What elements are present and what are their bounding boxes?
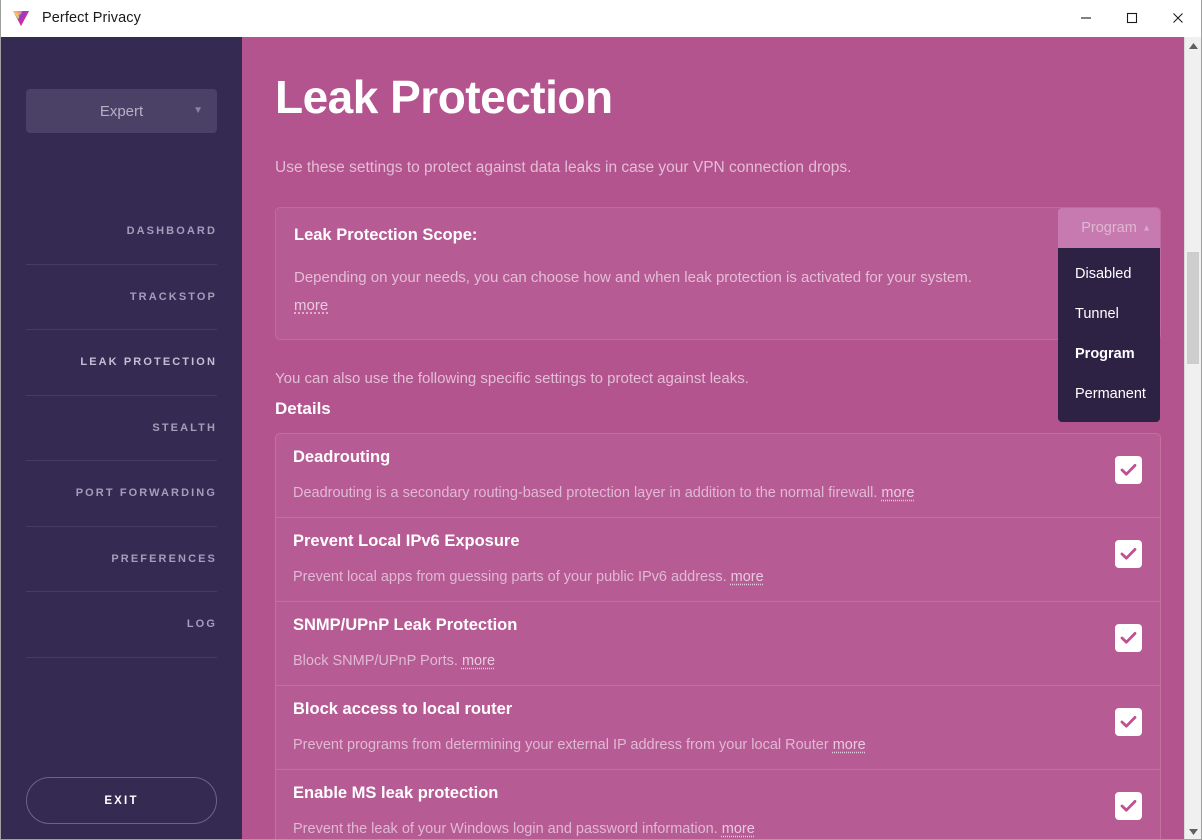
main-content: Leak Protection Use these settings to pr… bbox=[242, 37, 1201, 839]
details-section-heading: Details bbox=[275, 399, 331, 419]
scrollbar-thumb[interactable] bbox=[1187, 252, 1199, 364]
maximize-button[interactable] bbox=[1109, 0, 1155, 36]
detail-row-block-access-to-local-router: Block access to local router Prevent pro… bbox=[276, 686, 1160, 771]
close-button[interactable] bbox=[1155, 0, 1201, 36]
window-title: Perfect Privacy bbox=[42, 10, 141, 26]
chevron-up-icon: ▲ bbox=[1142, 222, 1151, 233]
detail-description-text: Prevent local apps from guessing parts o… bbox=[293, 569, 727, 586]
detail-more-link[interactable]: more bbox=[833, 737, 866, 753]
sidebar-item-dashboard[interactable]: DASHBOARD bbox=[26, 199, 217, 265]
sidebar-item-stealth[interactable]: STEALTH bbox=[26, 396, 217, 461]
detail-title: Enable MS leak protection bbox=[293, 784, 499, 803]
detail-row-snmp-upnp-leak-protection: SNMP/UPnP Leak Protection Block SNMP/UPn… bbox=[276, 602, 1160, 687]
scroll-down-arrow-icon[interactable] bbox=[1185, 823, 1201, 839]
sidebar-item-log[interactable]: LOG bbox=[26, 592, 217, 658]
detail-description: Deadrouting is a secondary routing-based… bbox=[293, 485, 1090, 501]
detail-description-text: Prevent programs from determining your e… bbox=[293, 737, 829, 754]
sidebar-item-trackstop[interactable]: TRACKSTOP bbox=[26, 265, 217, 330]
detail-description-text: Prevent the leak of your Windows login a… bbox=[293, 821, 718, 838]
detail-more-link[interactable]: more bbox=[462, 653, 495, 669]
scope-option-permanent[interactable]: Permanent bbox=[1058, 374, 1160, 414]
window-body: Expert ▼ DASHBOARD TRACKSTOP LEAK PROTEC… bbox=[1, 37, 1201, 839]
leak-protection-scope-card: Leak Protection Scope: Depending on your… bbox=[275, 207, 1161, 423]
sidebar-item-port-forwarding[interactable]: PORT FORWARDING bbox=[26, 461, 217, 527]
details-section-note: You can also use the following specific … bbox=[275, 370, 749, 388]
scope-card-title: Leak Protection Scope: bbox=[294, 226, 478, 245]
exit-button[interactable]: EXIT bbox=[26, 777, 217, 824]
scope-card-text: Depending on your needs, you can choose … bbox=[294, 264, 984, 319]
mode-select-dropdown[interactable]: Expert ▼ bbox=[26, 89, 217, 133]
detail-checkbox[interactable] bbox=[1115, 624, 1142, 653]
detail-checkbox[interactable] bbox=[1115, 540, 1142, 569]
detail-row-deadrouting: Deadrouting Deadrouting is a secondary r… bbox=[276, 434, 1160, 519]
exit-button-wrap: EXIT bbox=[26, 777, 217, 824]
detail-more-link[interactable]: more bbox=[731, 569, 764, 585]
detail-description: Prevent local apps from guessing parts o… bbox=[293, 569, 1090, 585]
detail-more-link[interactable]: more bbox=[881, 485, 914, 501]
detail-title: Deadrouting bbox=[293, 448, 391, 467]
sidebar-item-label: TRACKSTOP bbox=[129, 290, 217, 303]
detail-more-link[interactable]: more bbox=[722, 821, 755, 837]
minimize-button[interactable] bbox=[1063, 0, 1109, 36]
sidebar-item-label: PORT FORWARDING bbox=[75, 487, 217, 500]
scope-option-program[interactable]: Program bbox=[1058, 334, 1160, 374]
app-window: Perfect Privacy Expert ▼ DASHBOARD TRACK… bbox=[0, 0, 1202, 840]
sidebar-item-preferences[interactable]: PREFERENCES bbox=[26, 527, 217, 592]
scope-option-disabled[interactable]: Disabled bbox=[1058, 254, 1160, 294]
sidebar: Expert ▼ DASHBOARD TRACKSTOP LEAK PROTEC… bbox=[1, 37, 242, 839]
scope-card-description: Depending on your needs, you can choose … bbox=[294, 269, 972, 287]
title-bar: Perfect Privacy bbox=[1, 0, 1201, 37]
sidebar-item-leak-protection[interactable]: LEAK PROTECTION bbox=[26, 330, 217, 396]
detail-description: Block SNMP/UPnP Ports. more bbox=[293, 653, 1090, 669]
detail-checkbox[interactable] bbox=[1115, 792, 1142, 821]
detail-row-prevent-local-ipv6-exposure: Prevent Local IPv6 Exposure Prevent loca… bbox=[276, 518, 1160, 603]
sidebar-item-label: PREFERENCES bbox=[111, 552, 217, 565]
scope-more-link[interactable]: more bbox=[294, 297, 328, 314]
detail-checkbox[interactable] bbox=[1115, 708, 1142, 737]
sidebar-nav: DASHBOARD TRACKSTOP LEAK PROTECTION STEA… bbox=[26, 199, 217, 658]
scope-dropdown-menu: Disabled Tunnel Program Permanent bbox=[1058, 248, 1160, 423]
detail-title: Prevent Local IPv6 Exposure bbox=[293, 532, 520, 551]
detail-description-text: Block SNMP/UPnP Ports. bbox=[293, 653, 458, 670]
sidebar-item-label: STEALTH bbox=[152, 421, 217, 434]
page-title: Leak Protection bbox=[275, 71, 613, 123]
scope-dropdown-trigger[interactable]: Program ▲ bbox=[1058, 208, 1160, 249]
scroll-up-arrow-icon[interactable] bbox=[1185, 37, 1201, 54]
detail-title: Block access to local router bbox=[293, 700, 513, 719]
mode-select-value: Expert bbox=[99, 102, 144, 120]
sidebar-item-label: LOG bbox=[186, 618, 217, 631]
chevron-down-icon: ▼ bbox=[193, 105, 203, 116]
scope-option-tunnel[interactable]: Tunnel bbox=[1058, 294, 1160, 334]
details-list: Deadrouting Deadrouting is a secondary r… bbox=[275, 433, 1161, 839]
detail-description-text: Deadrouting is a secondary routing-based… bbox=[293, 485, 878, 502]
detail-checkbox[interactable] bbox=[1115, 456, 1142, 485]
sidebar-item-label: DASHBOARD bbox=[126, 225, 217, 238]
detail-description: Prevent the leak of your Windows login a… bbox=[293, 821, 1090, 837]
detail-title: SNMP/UPnP Leak Protection bbox=[293, 616, 518, 635]
scope-dropdown-value: Program bbox=[1081, 220, 1137, 237]
detail-row-enable-ms-leak-protection: Enable MS leak protection Prevent the le… bbox=[276, 770, 1160, 839]
perfect-privacy-logo-icon bbox=[10, 7, 32, 29]
vertical-scrollbar[interactable] bbox=[1184, 37, 1201, 839]
sidebar-item-label: LEAK PROTECTION bbox=[80, 356, 217, 369]
detail-description: Prevent programs from determining your e… bbox=[293, 737, 1090, 753]
scope-dropdown: Program ▲ Disabled Tunnel Program Perman… bbox=[1058, 208, 1160, 423]
page-subtitle: Use these settings to protect against da… bbox=[275, 159, 852, 177]
